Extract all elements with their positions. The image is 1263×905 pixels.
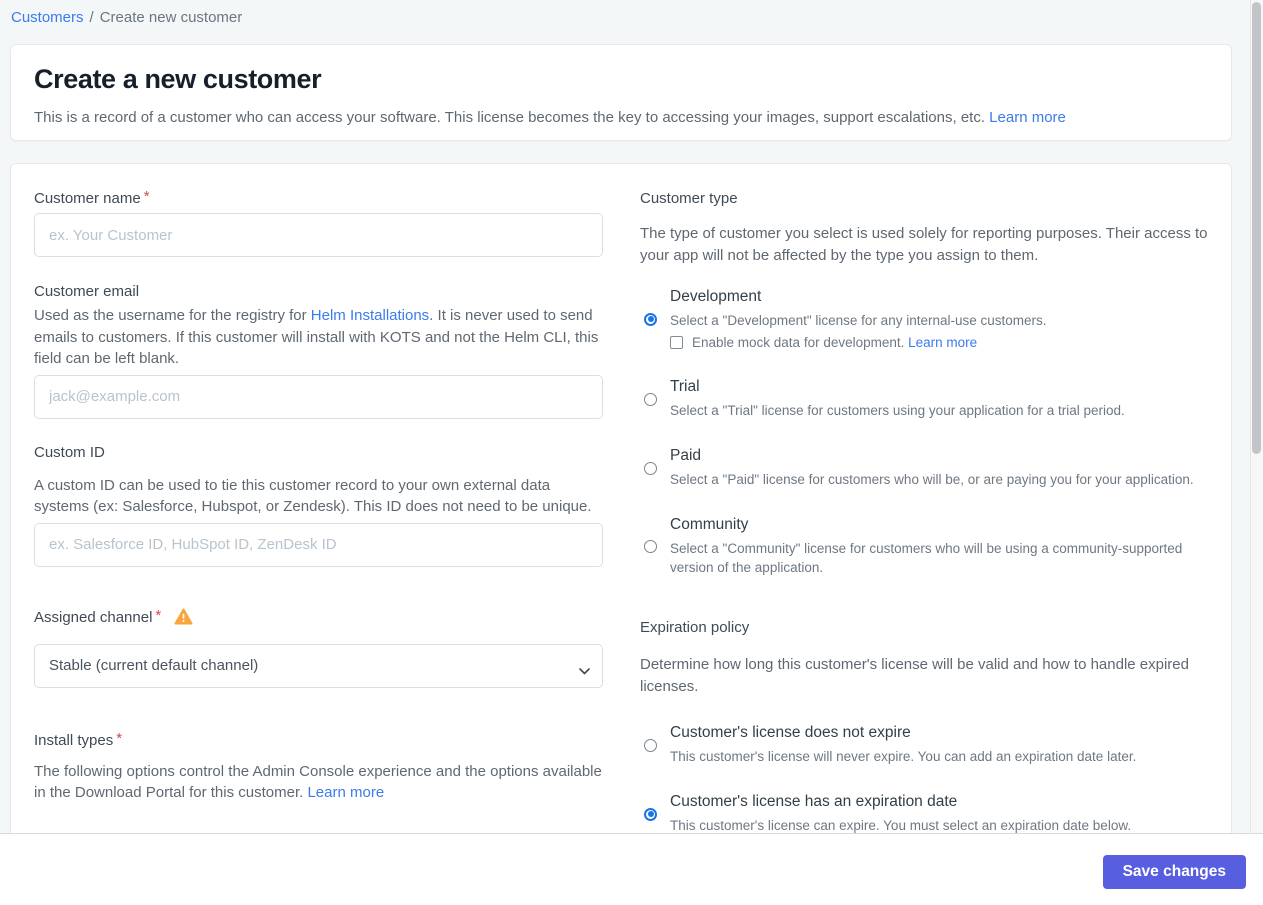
option-title-paid: Paid	[670, 447, 702, 464]
customer-email-label: Customer email	[34, 283, 140, 300]
option-title-has-date: Customer's license has an expiration dat…	[670, 793, 958, 810]
expiration-option-has-date: Customer's license has an expiration dat…	[640, 793, 1209, 835]
page-description-text: This is a record of a customer who can a…	[34, 109, 990, 126]
page-description: This is a record of a customer who can a…	[34, 107, 1208, 128]
customer-email-input[interactable]	[34, 374, 603, 419]
expiration-policy-heading: Expiration policy	[640, 619, 750, 636]
page-title: Create a new customer	[34, 64, 322, 94]
form-right-column: Customer type The type of customer you s…	[640, 190, 1209, 835]
breadcrumb-current: Create new customer	[99, 9, 243, 26]
option-title-no-expire: Customer's license does not expire	[670, 724, 911, 741]
assigned-channel-select[interactable]: Stable (current default channel)	[34, 643, 603, 688]
customer-email-field: Customer email Used as the username for …	[34, 283, 603, 419]
radio-paid[interactable]	[644, 461, 657, 475]
customer-name-label: Customer name *	[34, 188, 150, 207]
option-desc-community: Select a "Community" license for custome…	[670, 541, 1183, 575]
option-desc-development: Select a "Development" license for any i…	[670, 313, 1047, 328]
install-types-field: Install types * The following options con…	[34, 729, 603, 804]
breadcrumb-separator: /	[89, 9, 94, 26]
customer-type-option-paid: Paid Select a "Paid" license for custome…	[640, 447, 1209, 489]
customer-type-option-trial: Trial Select a "Trial" license for custo…	[640, 378, 1209, 420]
radio-community[interactable]	[644, 540, 657, 553]
customer-email-help-prefix: Used as the username for the registry fo…	[34, 307, 311, 324]
customer-name-input[interactable]	[34, 213, 603, 257]
customer-type-description: The type of customer you select is used …	[640, 225, 1208, 264]
install-types-help: The following options control the Admin …	[34, 761, 603, 804]
customer-email-help: Used as the username for the registry fo…	[34, 305, 603, 370]
scrollbar-track[interactable]	[1250, 0, 1263, 833]
header-learn-more-link[interactable]: Learn more	[989, 109, 1066, 126]
install-types-label: Install types *	[34, 729, 123, 749]
mock-data-learn-more-link[interactable]: Learn more	[908, 335, 977, 350]
option-desc-no-expire: This customer's license will never expir…	[670, 749, 1137, 764]
customer-name-field: Customer name *	[34, 188, 603, 257]
option-title-trial: Trial	[670, 378, 700, 395]
radio-development[interactable]	[644, 312, 657, 326]
radio-license-has-expiration-date[interactable]	[644, 807, 657, 821]
custom-id-label: Custom ID	[34, 443, 105, 461]
form-footer: Save changes	[0, 833, 1263, 905]
assigned-channel-label: Assigned channel *	[34, 606, 603, 630]
warning-icon	[174, 608, 193, 630]
custom-id-input[interactable]	[34, 522, 603, 567]
customer-type-option-development: Development Select a "Development" licen…	[640, 288, 1209, 350]
create-customer-form: Customer name* Customer email Used as th…	[10, 163, 1232, 905]
option-desc-paid: Select a "Paid" license for customers wh…	[670, 472, 1194, 487]
option-title-community: Community	[670, 516, 749, 533]
save-changes-button[interactable]: Save changes	[1102, 855, 1246, 889]
helm-installations-link[interactable]: Helm Installations	[311, 307, 429, 324]
header-card: Create a new customer This is a record o…	[10, 44, 1232, 141]
scrollbar-thumb[interactable]	[1252, 2, 1261, 454]
breadcrumb: Customers / Create new customer	[11, 9, 242, 26]
enable-mock-data-checkbox[interactable]	[670, 336, 683, 349]
required-asterisk: *	[116, 729, 123, 747]
customer-type-option-community: Community Select a "Community" license f…	[640, 516, 1209, 577]
expiration-policy-description: Determine how long this customer's licen…	[640, 656, 1189, 695]
option-desc-trial: Select a "Trial" license for customers u…	[670, 403, 1125, 418]
required-asterisk: *	[143, 188, 150, 205]
option-title-development: Development	[670, 288, 762, 305]
customer-type-heading: Customer type	[640, 190, 738, 207]
radio-trial[interactable]	[644, 392, 657, 406]
custom-id-field: Custom ID A custom ID can be used to tie…	[34, 444, 603, 567]
custom-id-help: A custom ID can be used to tie this cust…	[34, 476, 592, 516]
install-types-learn-more-link[interactable]: Learn more	[307, 784, 384, 801]
breadcrumb-link-customers[interactable]: Customers	[11, 9, 84, 26]
required-asterisk: *	[155, 606, 162, 624]
assigned-channel-field: Assigned channel * Stable (current defaul…	[34, 606, 603, 688]
form-left-column: Customer name* Customer email Used as th…	[34, 188, 603, 835]
radio-license-does-not-expire[interactable]	[644, 738, 657, 752]
expiration-option-no-expire: Customer's license does not expire This …	[640, 724, 1209, 766]
mock-data-checkbox-row: Enable mock data for development. Learn …	[670, 335, 1209, 350]
mock-data-checkbox-label: Enable mock data for development. Learn …	[692, 335, 978, 350]
